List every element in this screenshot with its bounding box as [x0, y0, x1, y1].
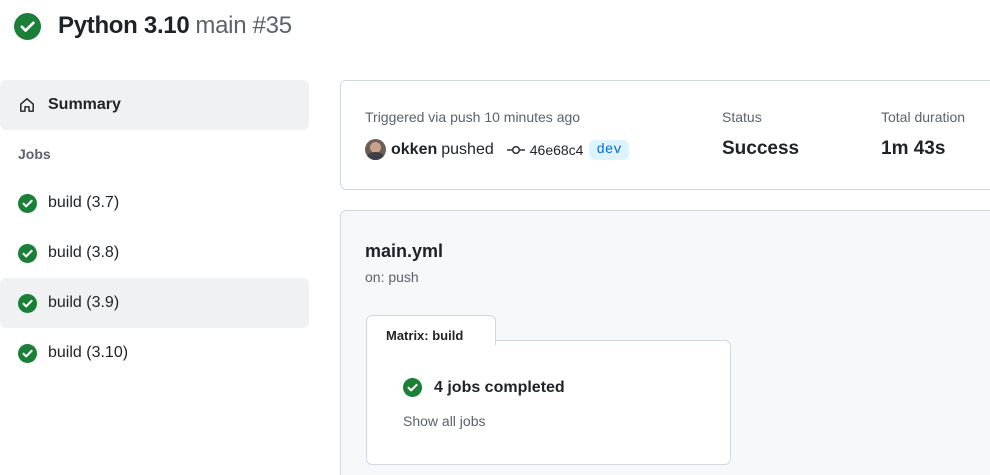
trigger-description: Triggered via push 10 minutes ago [365, 109, 581, 125]
job-item-build-3-9[interactable]: build (3.9) [0, 278, 309, 328]
job-label: build (3.10) [48, 344, 129, 361]
jobs-completed-text: 4 jobs completed [434, 378, 565, 396]
job-label: build (3.9) [48, 294, 120, 311]
duration-value: 1m 43s [881, 138, 946, 159]
matrix-job-box[interactable]: 4 jobs completed Show all jobs [366, 340, 731, 465]
check-circle-fill-icon [14, 12, 41, 40]
workflow-trigger: on: push [365, 269, 419, 285]
job-item-build-3-8[interactable]: build (3.8) [0, 228, 309, 278]
check-circle-fill-icon [18, 343, 37, 363]
job-item-build-3-7[interactable]: build (3.7) [0, 178, 309, 228]
run-summary-card: Triggered via push 10 minutes ago okken … [340, 80, 990, 190]
job-item-build-3-10[interactable]: build (3.10) [0, 328, 309, 378]
job-label: build (3.7) [48, 194, 120, 211]
commit-sha-link[interactable]: 46e68c4 [530, 142, 584, 158]
workflow-title: Python 3.10 [58, 12, 190, 39]
run-subtitle: main #35 [195, 12, 292, 39]
branch-badge[interactable]: dev [589, 139, 629, 160]
git-commit-icon [506, 145, 525, 154]
action-text: pushed [441, 140, 494, 158]
check-circle-fill-icon [18, 193, 37, 213]
check-circle-fill-icon [403, 378, 422, 397]
status-value: Success [722, 138, 800, 159]
sidebar-item-summary[interactable]: Summary [0, 80, 309, 130]
show-all-jobs-link[interactable]: Show all jobs [403, 413, 486, 429]
duration-stat: Total duration 1m 43s [881, 109, 965, 160]
workflow-file-name: main.yml [365, 241, 444, 261]
matrix-tab: Matrix: build [366, 315, 496, 345]
sidebar-item-label: Summary [48, 96, 121, 113]
duration-label: Total duration [881, 109, 966, 125]
home-icon [20, 98, 34, 112]
actor-link[interactable]: okken [391, 141, 437, 159]
status-label: Status [722, 109, 762, 125]
avatar[interactable] [365, 139, 386, 160]
push-info: okken pushed 46e68c4 dev [365, 139, 629, 160]
jobs-heading: Jobs [18, 146, 51, 162]
check-circle-fill-icon [18, 243, 37, 263]
check-circle-fill-icon [18, 293, 37, 313]
sidebar: Summary Jobs build (3.7) build (3.8) bui… [0, 80, 309, 378]
job-label: build (3.8) [48, 244, 120, 261]
run-header: Python 3.10 main #35 [14, 11, 292, 41]
workflow-graph-card: main.yml on: push Matrix: build 4 jobs c… [340, 210, 990, 475]
status-stat: Status Success [722, 109, 799, 160]
jobs-completed-row: 4 jobs completed [403, 378, 565, 397]
